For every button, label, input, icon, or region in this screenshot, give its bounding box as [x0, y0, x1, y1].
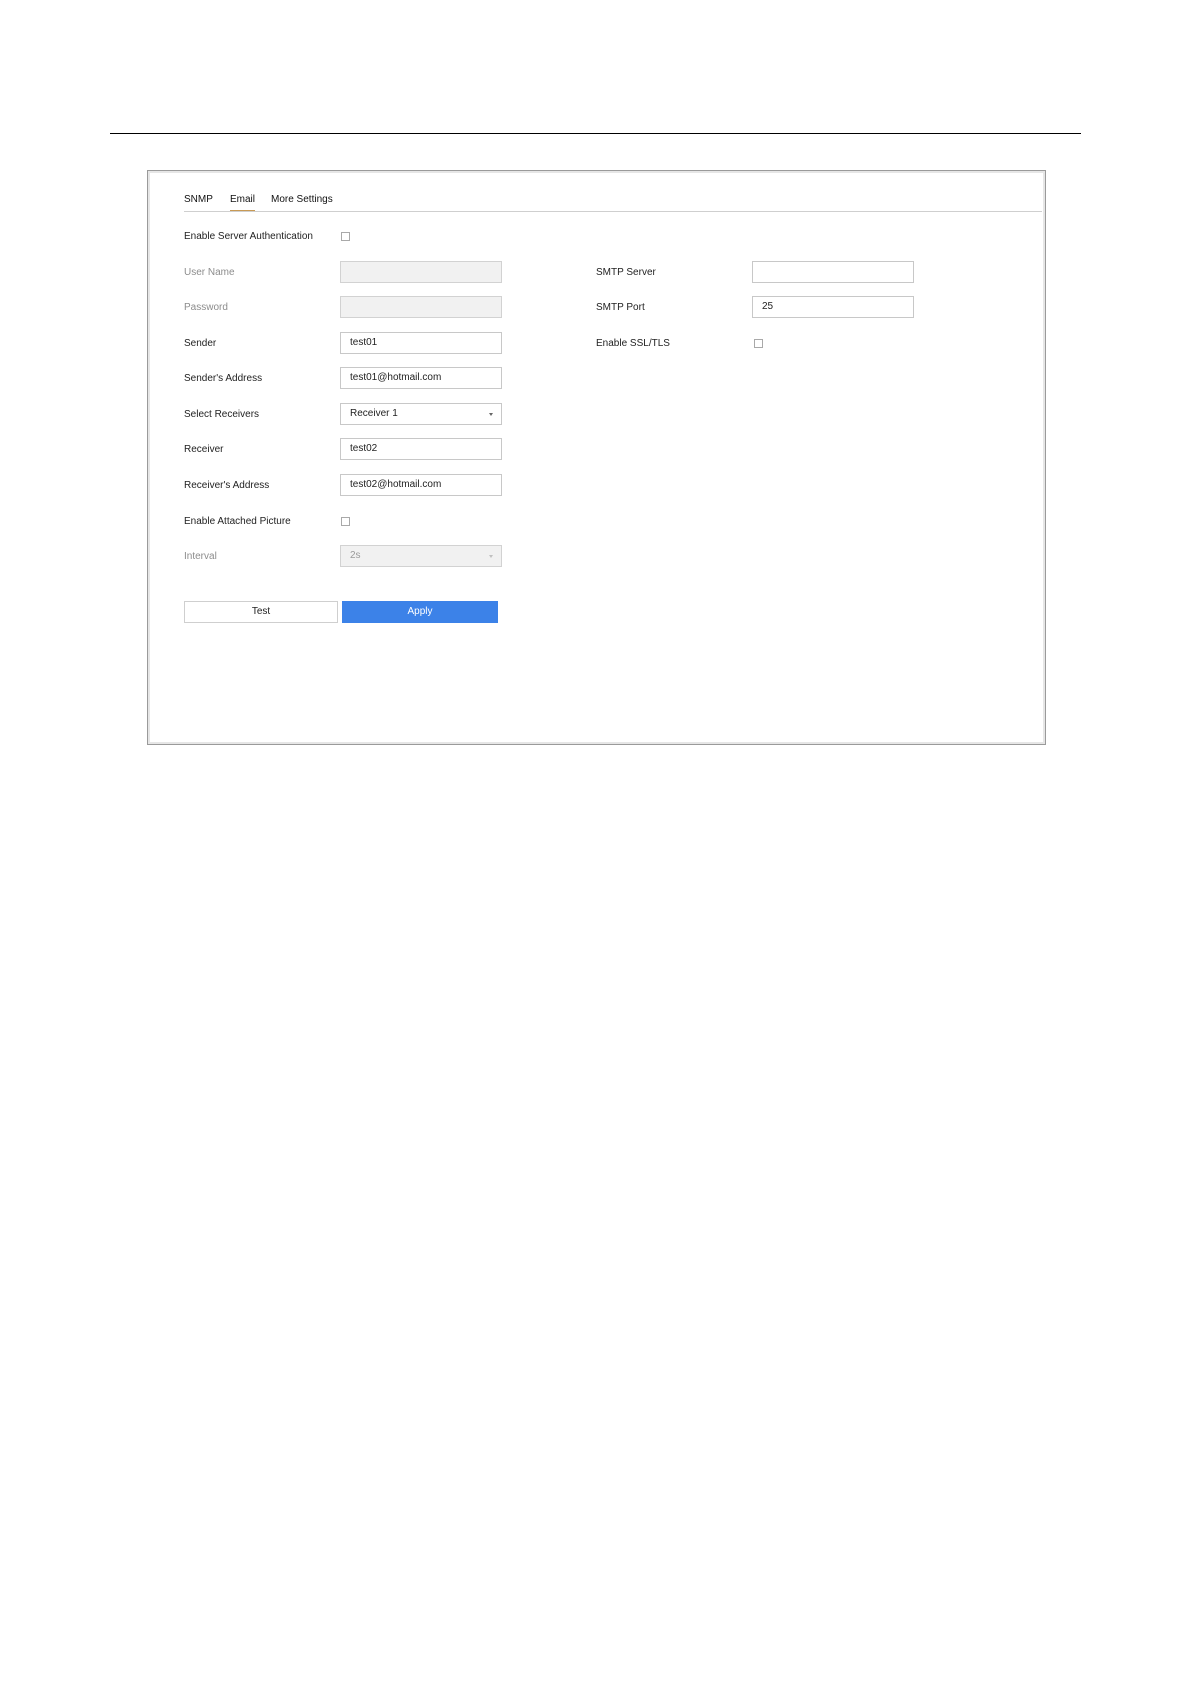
receiver-input[interactable]: test02: [340, 438, 502, 460]
select-receivers-dropdown[interactable]: Receiver 1: [340, 403, 502, 425]
receiver-label: Receiver: [184, 444, 224, 455]
receiver-address-label: Receiver's Address: [184, 480, 270, 491]
enable-server-authentication-checkbox[interactable]: [341, 232, 350, 241]
user-name-label: User Name: [184, 267, 235, 278]
password-input[interactable]: [340, 296, 502, 318]
enable-attached-picture-checkbox[interactable]: [341, 517, 350, 526]
smtp-port-input[interactable]: 25: [752, 296, 914, 318]
enable-server-authentication-label: Enable Server Authentication: [184, 231, 313, 242]
interval-dropdown[interactable]: 2s: [340, 545, 502, 567]
chevron-down-icon: [489, 413, 493, 416]
enable-ssl-tls-label: Enable SSL/TLS: [596, 338, 670, 349]
smtp-port-label: SMTP Port: [596, 302, 645, 313]
sender-address-input[interactable]: test01@hotmail.com: [340, 367, 502, 389]
page-header-rule: [110, 133, 1081, 134]
apply-button[interactable]: Apply: [342, 601, 498, 623]
tab-divider: [184, 211, 1042, 212]
test-button[interactable]: Test: [184, 601, 338, 623]
select-receivers-label: Select Receivers: [184, 409, 260, 420]
interval-label: Interval: [184, 551, 217, 562]
smtp-server-input[interactable]: [752, 261, 914, 283]
sender-label: Sender: [184, 338, 217, 349]
smtp-server-label: SMTP Server: [596, 267, 656, 278]
email-settings-panel: [147, 170, 1046, 745]
tab-more-settings[interactable]: More Settings: [271, 193, 333, 207]
interval-value: 2s: [350, 550, 361, 561]
user-name-input[interactable]: [340, 261, 502, 283]
sender-input[interactable]: test01: [340, 332, 502, 354]
enable-attached-picture-label: Enable Attached Picture: [184, 516, 291, 527]
select-receivers-value: Receiver 1: [350, 408, 398, 419]
enable-ssl-tls-checkbox[interactable]: [754, 339, 763, 348]
sender-address-label: Sender's Address: [184, 373, 263, 384]
tab-email[interactable]: Email: [230, 193, 256, 212]
password-label: Password: [184, 302, 228, 313]
receiver-address-input[interactable]: test02@hotmail.com: [340, 474, 502, 496]
tab-snmp[interactable]: SNMP: [184, 193, 213, 207]
chevron-down-icon: [489, 555, 493, 558]
